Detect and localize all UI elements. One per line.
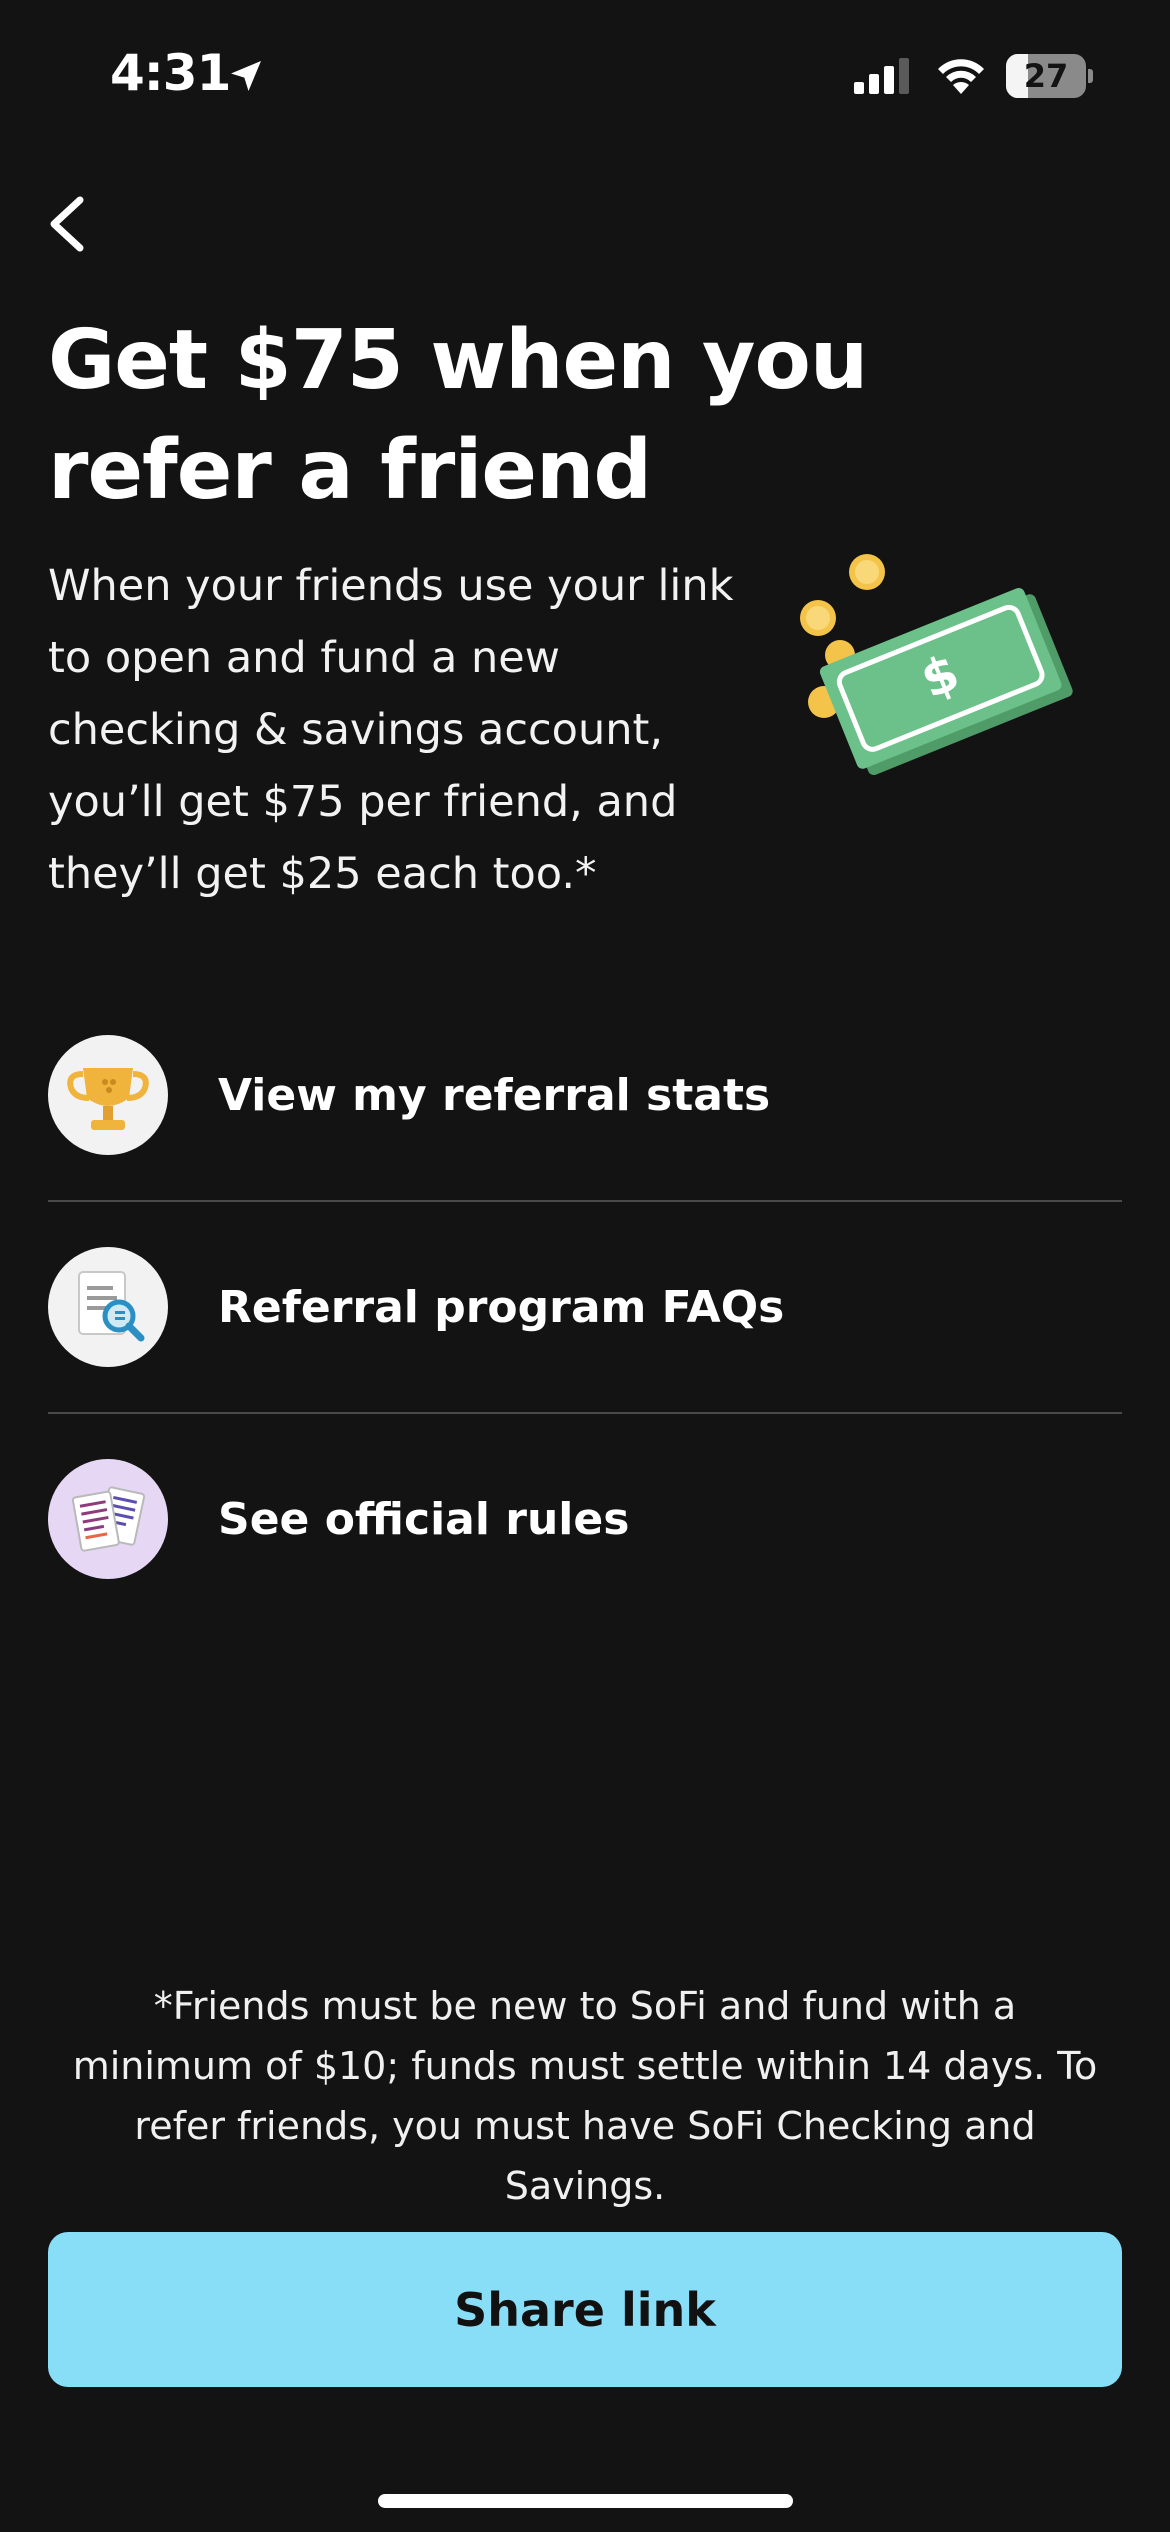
location-arrow-icon — [231, 61, 261, 91]
battery-level: 27 — [1023, 57, 1069, 95]
chevron-left-icon — [50, 196, 84, 252]
status-bar: 4:31 27 — [0, 0, 1170, 150]
menu-item-referral-stats[interactable]: View my referral stats — [48, 990, 1122, 1200]
back-button[interactable] — [40, 186, 100, 262]
menu-item-official-rules[interactable]: See official rules — [48, 1414, 1122, 1624]
status-time: 4:31 — [110, 44, 231, 102]
home-indicator[interactable] — [378, 2494, 793, 2508]
menu-item-faqs[interactable]: Referral program FAQs — [48, 1202, 1122, 1412]
rules-papers-icon — [48, 1459, 168, 1579]
share-link-button[interactable]: Share link — [48, 2232, 1122, 2387]
page-title: Get $75 when you refer a friend — [48, 313, 868, 518]
menu-item-label: Referral program FAQs — [218, 1281, 785, 1333]
referral-menu: View my referral stats Referral program … — [48, 990, 1122, 1624]
money-bills-illustration: $ — [800, 554, 1073, 776]
battery-icon: 27 — [1006, 54, 1093, 98]
cellular-signal-icon — [854, 58, 909, 94]
document-search-icon — [48, 1247, 168, 1367]
menu-item-label: View my referral stats — [218, 1069, 771, 1121]
trophy-icon — [48, 1035, 168, 1155]
wifi-icon — [938, 59, 984, 94]
referral-description: When your friends use your link to open … — [48, 561, 734, 899]
menu-item-label: See official rules — [218, 1493, 630, 1545]
disclaimer-text: *Friends must be new to SoFi and fund wi… — [72, 1984, 1098, 2208]
